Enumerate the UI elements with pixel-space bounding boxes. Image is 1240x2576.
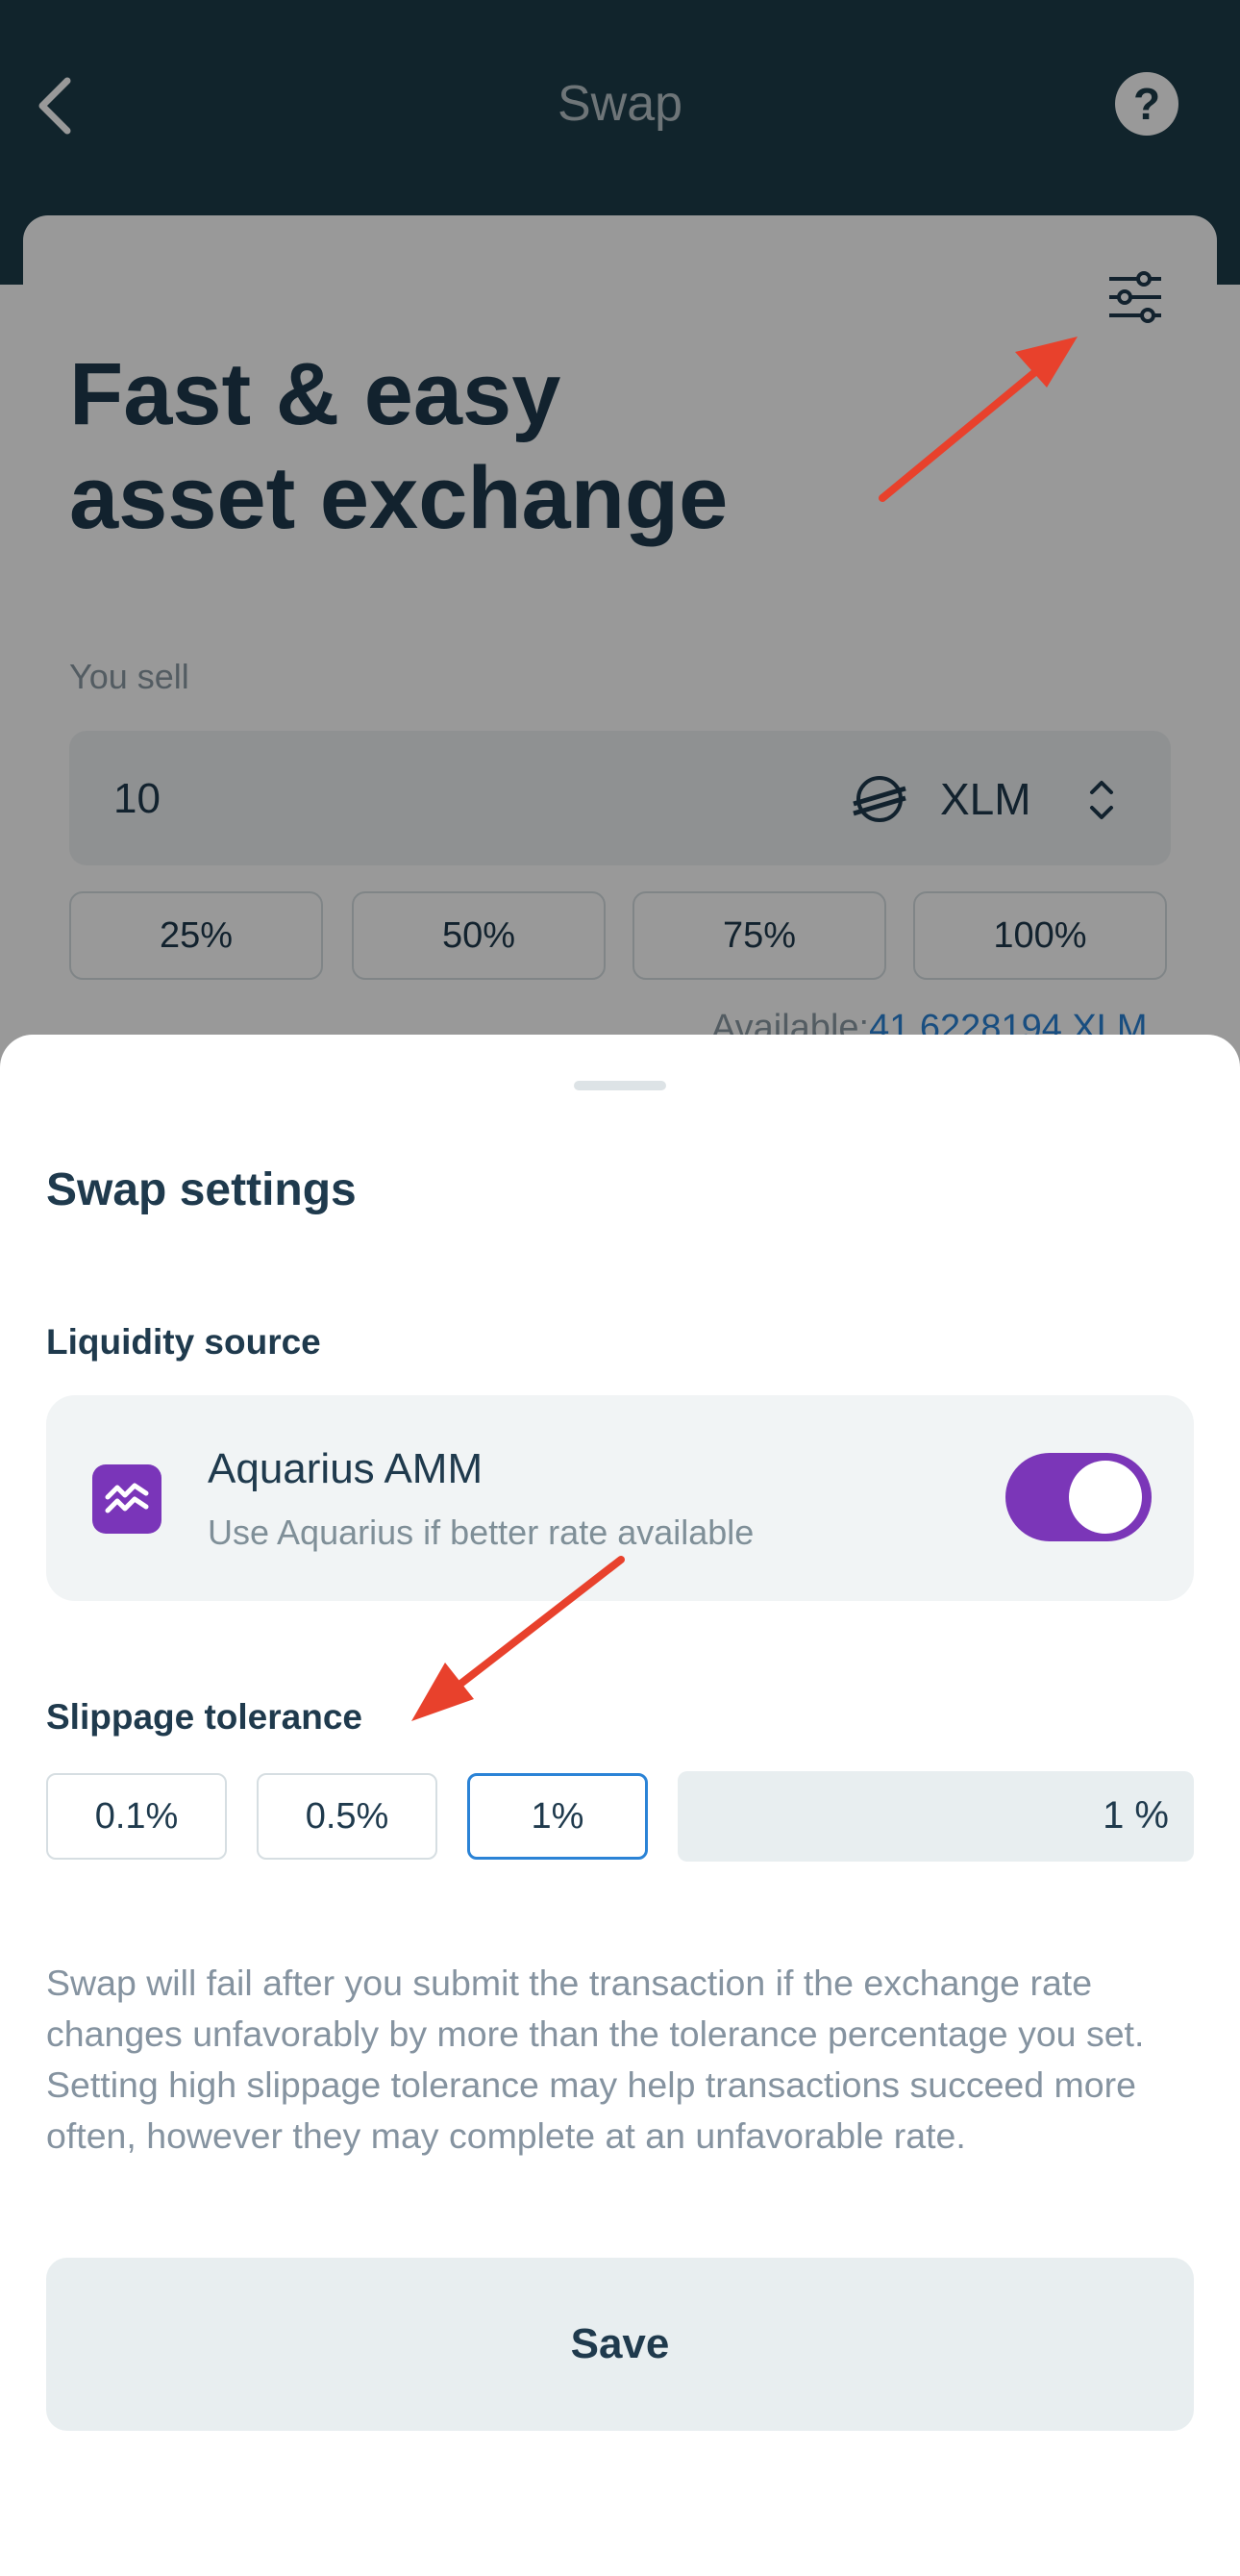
annotation-arrow-icon <box>411 337 1078 1721</box>
swap-screen: Swap ? Fast & easy asset exchange You se… <box>0 0 1240 2576</box>
